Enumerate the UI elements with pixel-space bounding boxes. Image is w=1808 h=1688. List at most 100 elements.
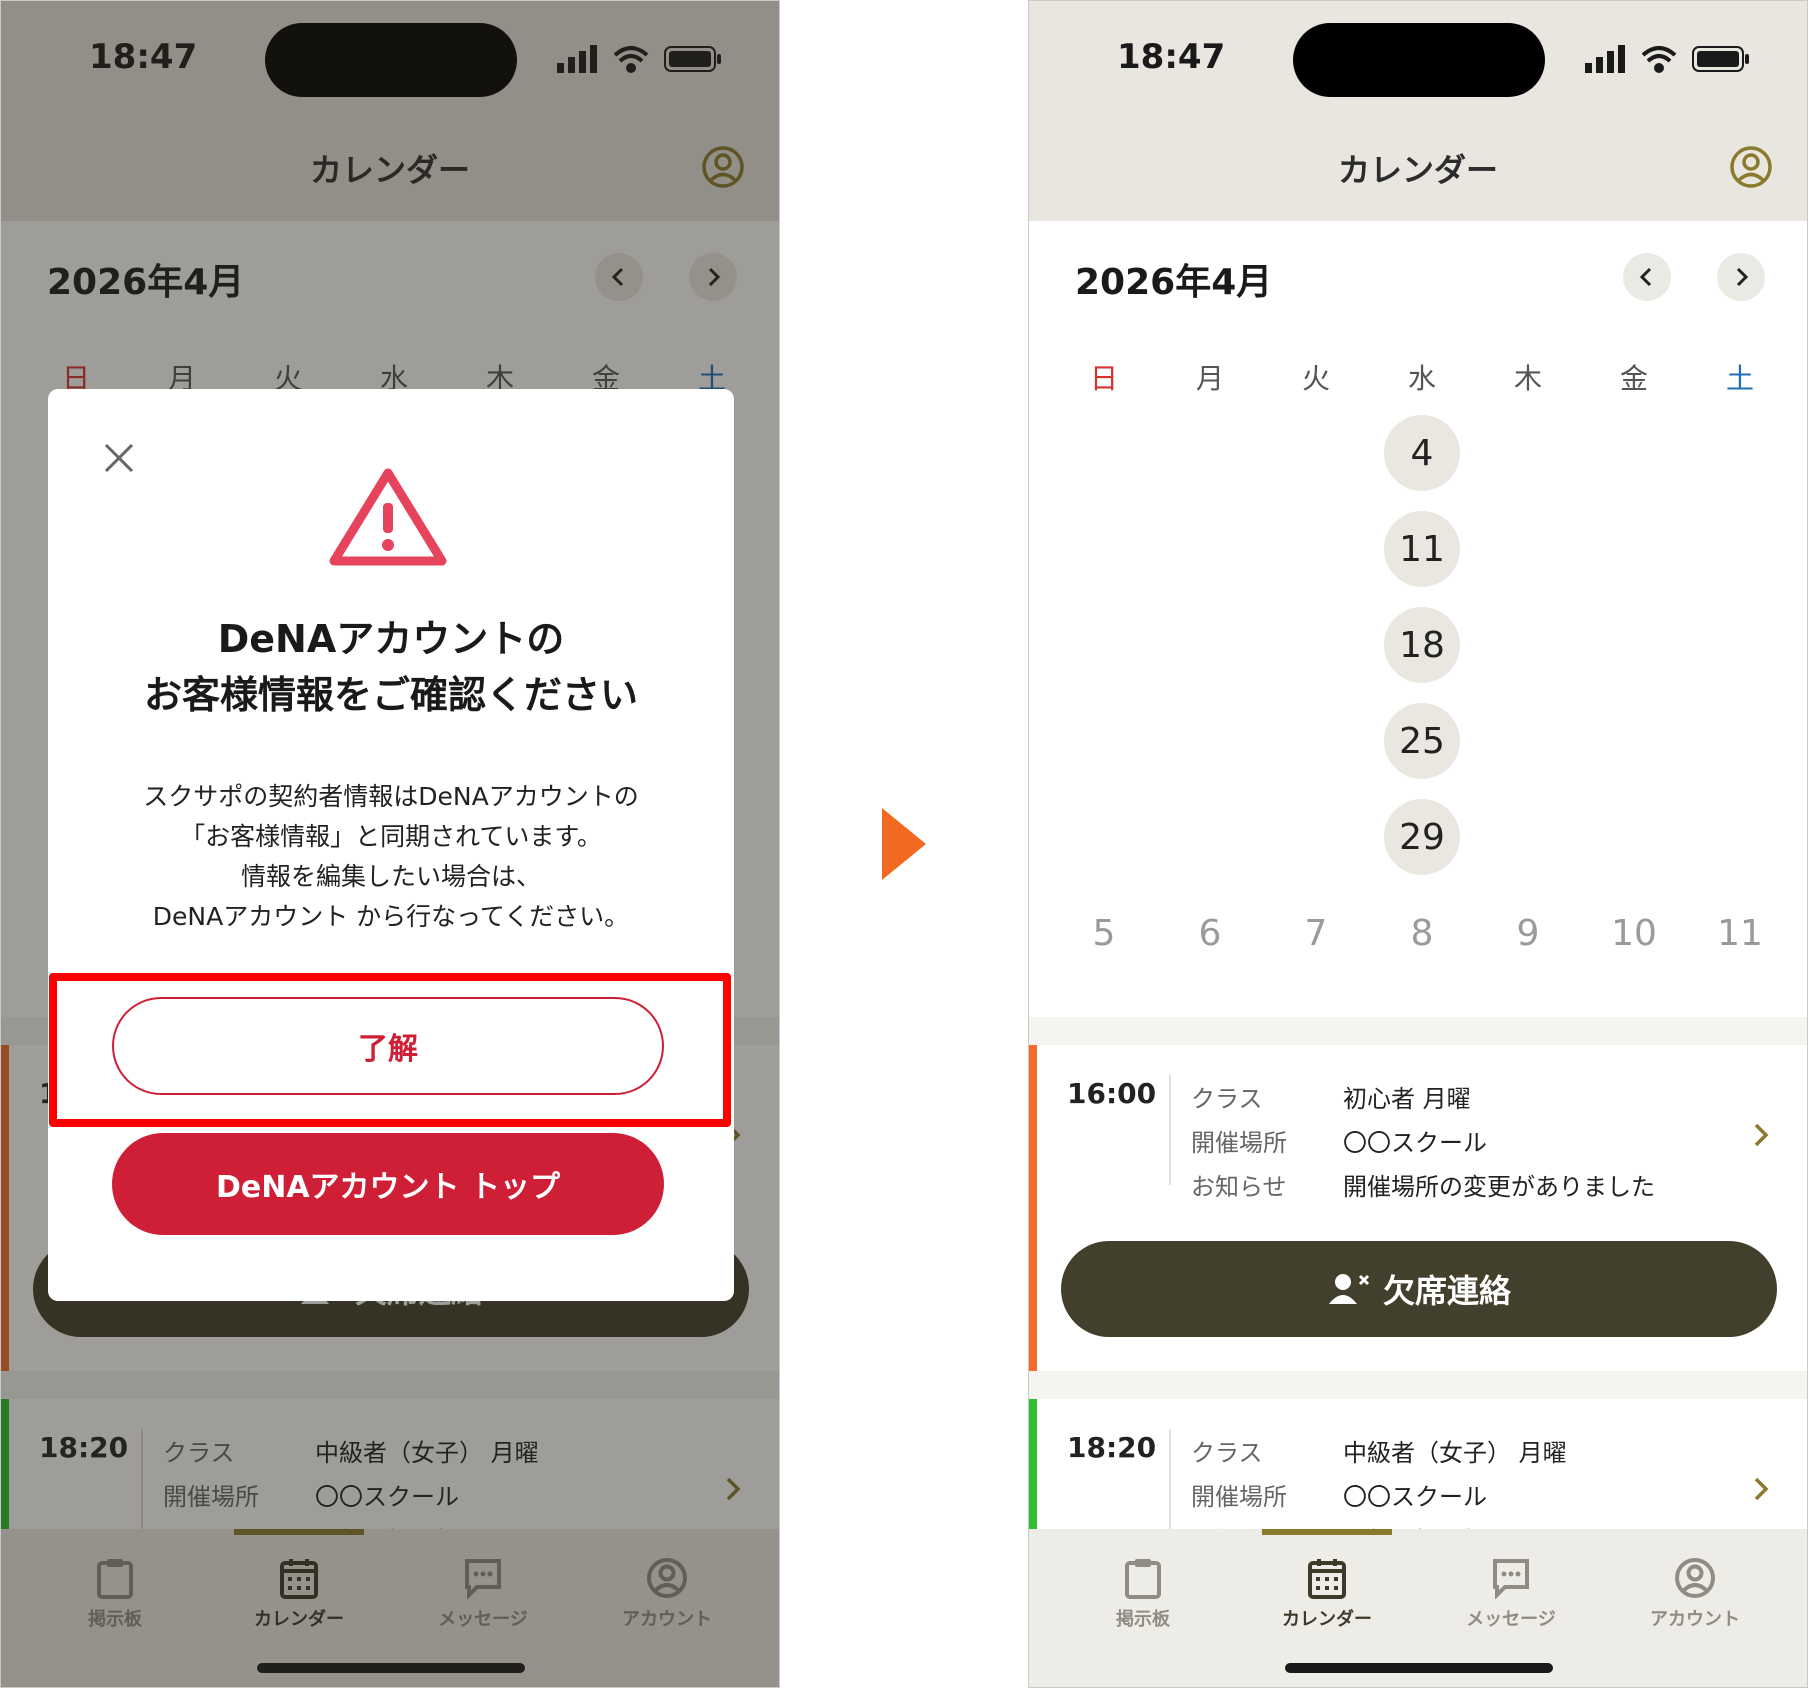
dialog-body-line: 情報を編集したい場合は、	[240, 862, 541, 891]
calendar-day[interactable]: 9	[1475, 885, 1581, 981]
event-notice-value: 開催場所の変更がありました	[1343, 1173, 1655, 1201]
divider	[1029, 1017, 1807, 1045]
calendar-day-number: 10	[1611, 912, 1657, 954]
calendar-week: 31123456	[1051, 405, 1793, 501]
tab-label: カレンダー	[1282, 1609, 1372, 1630]
event-place-value: 〇〇スクール	[1343, 1129, 1487, 1157]
prev-month-button[interactable]	[1623, 253, 1671, 301]
tab-account[interactable]: アカウント	[1615, 1557, 1775, 1631]
warning-icon	[329, 468, 447, 566]
phone-screen-modal: 18:47 カレンダー 2026年4月 日月火水木金土 311234567891…	[0, 0, 780, 1688]
phone-screen-calendar: 18:47 カレンダー 2026年4月 日月火水木金土 311234567891…	[1028, 0, 1808, 1688]
calendar-week: 5 6 7 8 9 10 11	[1051, 885, 1793, 981]
weekday-label: 日	[1089, 362, 1118, 395]
absence-contact-label: 欠席連絡	[1382, 1272, 1511, 1310]
event-class-value: 中級者（女子） 月曜	[1343, 1439, 1567, 1467]
calendar-day[interactable]: 29	[1051, 789, 1793, 885]
profile-icon[interactable]	[1729, 145, 1773, 189]
tab-label: アカウント	[1650, 1609, 1740, 1630]
absence-contact-button[interactable]: 欠席連絡	[1061, 1241, 1777, 1337]
weekday-label: 月	[1195, 362, 1224, 395]
calendar-grid: 日 月 火 水 木 金 土 31123456789101112131415161718192…	[1051, 353, 1793, 981]
calendar-day[interactable]: 4	[1051, 405, 1793, 501]
wifi-icon	[1641, 46, 1677, 73]
calendar-day-number: 25	[1384, 703, 1460, 779]
calendar-day-number: 4	[1384, 415, 1460, 491]
page-title: カレンダー	[1337, 151, 1498, 189]
calendar-day[interactable]: 11	[1687, 885, 1793, 981]
calendar-day-number: 9	[1516, 912, 1540, 954]
event-place-label: 開催場所	[1191, 1483, 1287, 1511]
dialog-body-line: DeNAアカウント から行なってください。	[152, 902, 630, 931]
status-icons	[1585, 45, 1749, 73]
calendar-day-number: 7	[1304, 912, 1328, 954]
weekday-label: 金	[1619, 362, 1648, 395]
weekday-label: 水	[1407, 362, 1436, 395]
calendar-day-number: 29	[1384, 799, 1460, 875]
calendar-day[interactable]: 5	[1051, 885, 1157, 981]
calendar-day[interactable]: 6	[1157, 885, 1263, 981]
event-place-value: 〇〇スクール	[1343, 1483, 1487, 1511]
tab-bar: 掲示板 カレンダー メッセージ アカウント	[1029, 1529, 1807, 1687]
calendar-day-number: 8	[1410, 912, 1434, 954]
event-color-bar	[1029, 1045, 1037, 1371]
dena-account-top-button[interactable]: DeNAアカウント トップ	[112, 1133, 664, 1235]
calendar-week: 14151617181920	[1051, 597, 1793, 693]
divider	[1029, 1371, 1807, 1399]
weekday-label: 火	[1301, 362, 1330, 395]
dialog-body-line: スクサポの契約者情報はDeNAアカウントの	[143, 782, 639, 811]
event-class-value: 初心者 月曜	[1343, 1085, 1471, 1113]
dialog-body: スクサポの契約者情報はDeNAアカウントの 「お客様情報」と同期されています。 …	[48, 777, 734, 937]
calendar-day[interactable]: 10	[1581, 885, 1687, 981]
event-class-label: クラス	[1191, 1439, 1263, 1467]
dialog-body-line: 「お客様情報」と同期されています。	[180, 822, 602, 851]
calendar-day[interactable]: 25	[1051, 693, 1793, 789]
message-icon	[1493, 1559, 1529, 1599]
account-icon	[1675, 1558, 1715, 1598]
close-icon[interactable]	[104, 443, 134, 473]
home-indicator	[1285, 1663, 1553, 1673]
weekday-header: 日月火水木金土	[1051, 353, 1793, 405]
calendar-day-number: 11	[1384, 511, 1460, 587]
battery-icon	[1692, 46, 1749, 72]
calendar-icon	[1308, 1559, 1346, 1599]
dialog-title-line: DeNAアカウントの	[217, 617, 565, 661]
highlight-box	[49, 973, 731, 1127]
dialog-title-line: お客様情報をご確認ください	[143, 673, 638, 717]
event-place-label: 開催場所	[1191, 1129, 1287, 1157]
user-remove-icon	[1328, 1274, 1370, 1304]
chevron-right-icon	[1754, 1477, 1769, 1501]
confirm-dialog: DeNAアカウントの お客様情報をご確認ください スクサポの契約者情報はDeNA…	[48, 389, 734, 1301]
calendar-week: 21222324252627	[1051, 693, 1793, 789]
tab-board[interactable]: 掲示板	[1063, 1557, 1223, 1631]
calendar-day-number: 11	[1717, 912, 1763, 954]
tab-messages[interactable]: メッセージ	[1431, 1557, 1591, 1631]
event-card[interactable]: 16:00 クラス 初心者 月曜 開催場所 〇〇スクール お知らせ 開催場所の変…	[1029, 1045, 1807, 1371]
dialog-title: DeNAアカウントの お客様情報をご確認ください	[48, 611, 734, 723]
status-bar: 18:47	[1029, 1, 1807, 121]
calendar-day-number: 6	[1198, 912, 1222, 954]
calendar-day[interactable]: 8	[1369, 885, 1475, 981]
divider	[1169, 1075, 1171, 1185]
arrow-right-icon	[882, 808, 926, 880]
calendar-week: 2829301234	[1051, 789, 1793, 885]
calendar-week: 78910111213	[1051, 501, 1793, 597]
month-label: 2026年4月	[1075, 262, 1273, 303]
event-class-label: クラス	[1191, 1085, 1263, 1113]
calendar-day[interactable]: 7	[1263, 885, 1369, 981]
calendar-day[interactable]: 11	[1051, 501, 1793, 597]
next-month-button[interactable]	[1717, 253, 1765, 301]
tab-calendar[interactable]: カレンダー	[1247, 1529, 1407, 1631]
status-time: 18:47	[1117, 37, 1226, 77]
divider	[1169, 1429, 1171, 1539]
tab-label: 掲示板	[1116, 1609, 1170, 1630]
chevron-left-icon	[1639, 267, 1652, 287]
weekday-label: 土	[1725, 362, 1754, 395]
chevron-right-icon	[1736, 267, 1749, 287]
event-notice-label: お知らせ	[1191, 1173, 1287, 1201]
tab-label: メッセージ	[1466, 1609, 1556, 1630]
dynamic-island	[1293, 23, 1545, 97]
calendar-day[interactable]: 18	[1051, 597, 1793, 693]
clipboard-icon	[1125, 1559, 1161, 1599]
chevron-right-icon	[1754, 1123, 1769, 1147]
